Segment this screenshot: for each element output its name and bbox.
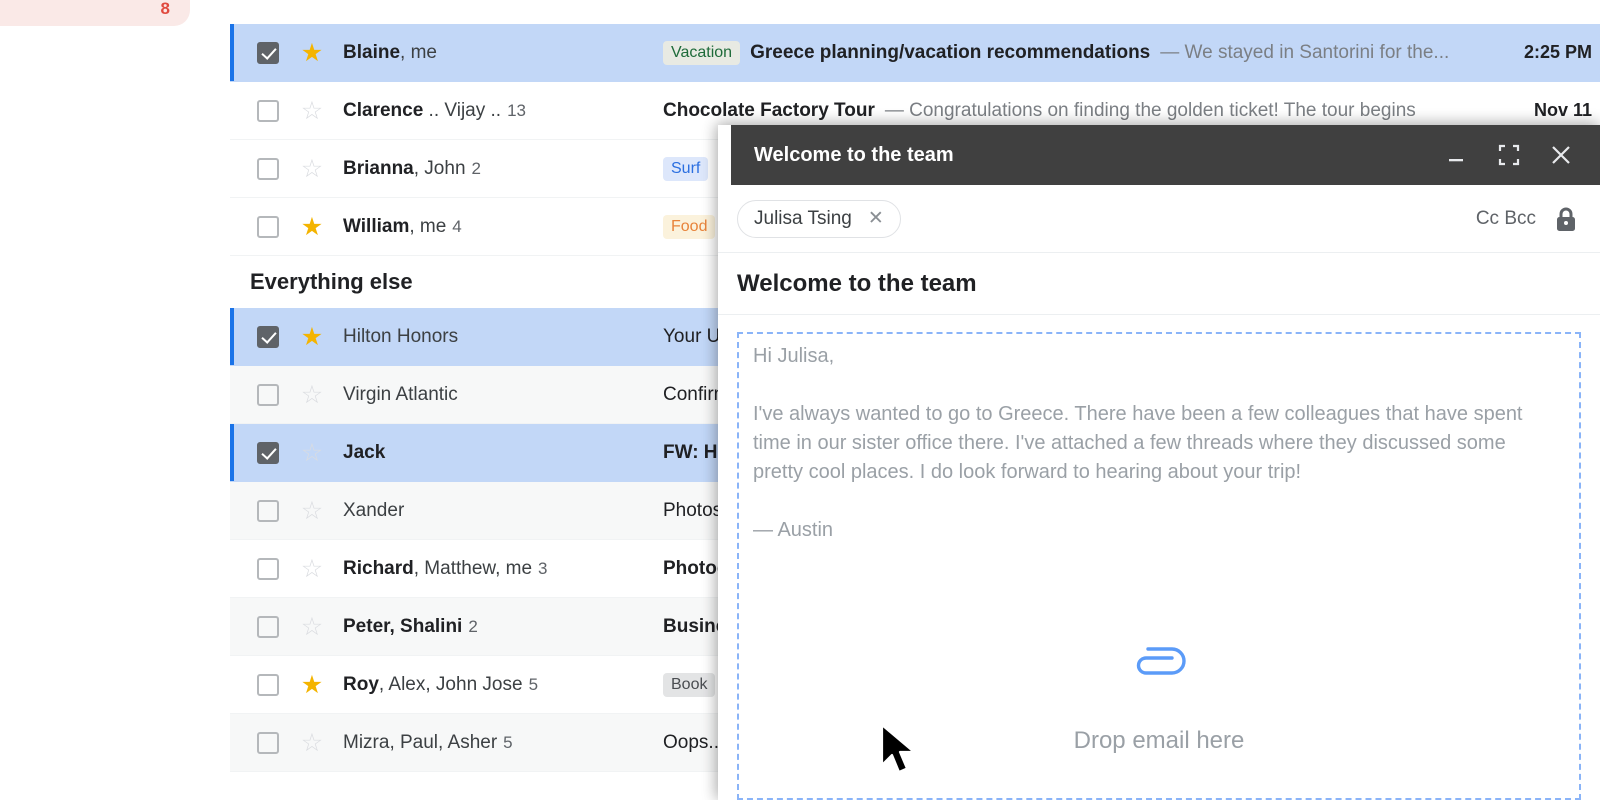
row-subject: Greece planning/vacation recommendations — [750, 41, 1151, 63]
lock-icon[interactable] — [1554, 206, 1600, 232]
sidebar-item-3[interactable]: FPs — [0, 277, 224, 299]
sidebar-item-5[interactable]: al — [0, 369, 224, 391]
row-senders: William, me 4 — [343, 215, 462, 237]
row-checkbox[interactable] — [257, 557, 279, 580]
row-subject: Photos — [663, 499, 723, 521]
row-snippet: — Congratulations on finding the golden … — [884, 99, 1416, 121]
row-snippet: — We stayed in Santorini for the... — [1160, 41, 1450, 63]
dropzone-placeholder: Drop email here — [739, 644, 1579, 755]
row-senders: Peter, Shalini 2 — [343, 615, 478, 637]
row-senders: Virgin Atlantic — [343, 383, 458, 405]
row-checkbox[interactable] — [257, 215, 279, 238]
row-subject-cell: Chocolate Factory Tour — Congratulations … — [663, 100, 1472, 122]
row-checkbox[interactable] — [257, 41, 279, 64]
sidebar: 8 d ed ant FPs ts al — [0, 0, 230, 800]
row-label-tag[interactable]: Book — [663, 672, 716, 697]
row-checkbox[interactable] — [257, 441, 279, 464]
row-senders: Mizra, Paul, Asher 5 — [343, 731, 513, 753]
star-outline-icon[interactable]: ☆ — [299, 156, 325, 182]
star-outline-icon[interactable]: ☆ — [299, 556, 325, 582]
recipient-name: Julisa Tsing — [754, 207, 852, 229]
app-root: 8 d ed ant FPs ts al ★ Blaine, me Vacation… — [0, 0, 1600, 800]
star-outline-icon[interactable]: ☆ — [299, 98, 325, 124]
row-checkbox[interactable] — [257, 99, 279, 122]
row-checkbox[interactable] — [257, 499, 279, 522]
dropzone-label: Drop email here — [1073, 727, 1245, 754]
row-subject: Chocolate Factory Tour — [663, 99, 875, 121]
recipient-chip[interactable]: Julisa Tsing ✕ — [737, 199, 901, 238]
star-filled-icon[interactable]: ★ — [299, 672, 325, 698]
table-row[interactable]: ★ Blaine, me Vacation Greece planning/vacat… — [230, 24, 1600, 82]
star-filled-icon[interactable]: ★ — [299, 40, 325, 66]
star-outline-icon[interactable]: ☆ — [299, 730, 325, 756]
compose-body-line-0: Hi Julisa, — [753, 345, 835, 367]
star-outline-icon[interactable]: ☆ — [299, 614, 325, 640]
row-senders: Hilton Honors — [343, 325, 459, 347]
sidebar-item-active[interactable]: 8 — [0, 0, 190, 26]
compose-window: Welcome to the team Julisa Tsing ✕ Cc Bc… — [718, 125, 1600, 800]
compose-body-line-1: I've always wanted to go to Greece. Ther… — [753, 403, 1523, 483]
minimize-icon[interactable] — [1444, 142, 1470, 168]
row-senders: Richard, Matthew, me 3 — [343, 557, 548, 579]
sidebar-item-4[interactable]: ts — [0, 323, 224, 345]
remove-recipient-icon[interactable]: ✕ — [868, 209, 884, 228]
compose-body[interactable]: Hi Julisa, I've always wanted to go to G… — [753, 342, 1559, 574]
row-label-tag[interactable]: Food — [663, 214, 716, 239]
row-checkbox[interactable] — [257, 157, 279, 180]
sidebar-item-1[interactable]: ed — [0, 92, 224, 114]
close-icon[interactable] — [1548, 142, 1574, 168]
row-senders: Blaine, me — [343, 41, 437, 63]
row-checkbox[interactable] — [257, 673, 279, 696]
expand-icon[interactable] — [1496, 142, 1522, 168]
star-outline-icon[interactable]: ☆ — [299, 498, 325, 524]
row-subject: Oops... — [663, 731, 725, 753]
paperclip-icon — [1128, 644, 1190, 689]
row-senders: Xander — [343, 499, 405, 521]
compose-window-title: Welcome to the team — [754, 143, 954, 166]
row-senders: Roy, Alex, John Jose 5 — [343, 673, 539, 695]
cc-bcc-toggle[interactable]: Cc Bcc — [1476, 208, 1554, 230]
row-checkbox[interactable] — [257, 731, 279, 754]
row-time: 2:25 PM — [1523, 42, 1592, 62]
compose-window-controls — [1444, 142, 1600, 168]
sidebar-item-2[interactable]: ant — [0, 139, 224, 161]
row-time: Nov 11 — [1533, 100, 1592, 120]
row-senders: Clarence .. Vijay .. 13 — [343, 99, 526, 121]
star-filled-icon[interactable]: ★ — [299, 214, 325, 240]
row-checkbox[interactable] — [257, 615, 279, 638]
row-senders: Jack — [343, 441, 386, 463]
row-label-tag[interactable]: Vacation — [663, 40, 741, 65]
star-filled-icon[interactable]: ★ — [299, 324, 325, 350]
compose-body-line-2: — Austin — [753, 519, 834, 541]
compose-subject[interactable]: Welcome to the team — [718, 253, 1600, 315]
row-checkbox[interactable] — [257, 325, 279, 348]
row-label-tag[interactable]: Surf — [663, 156, 709, 181]
row-senders: Brianna, John 2 — [343, 157, 481, 179]
row-checkbox[interactable] — [257, 383, 279, 406]
compose-dropzone[interactable]: Hi Julisa, I've always wanted to go to G… — [737, 332, 1581, 800]
star-outline-icon[interactable]: ☆ — [299, 382, 325, 408]
compose-titlebar: Welcome to the team — [731, 125, 1600, 185]
compose-to-field[interactable]: Julisa Tsing ✕ Cc Bcc — [718, 185, 1600, 253]
star-outline-icon[interactable]: ☆ — [299, 440, 325, 466]
row-subject-cell: Vacation Greece planning/vacation recomme… — [663, 40, 1472, 65]
sidebar-unread-badge: 8 — [160, 0, 170, 18]
